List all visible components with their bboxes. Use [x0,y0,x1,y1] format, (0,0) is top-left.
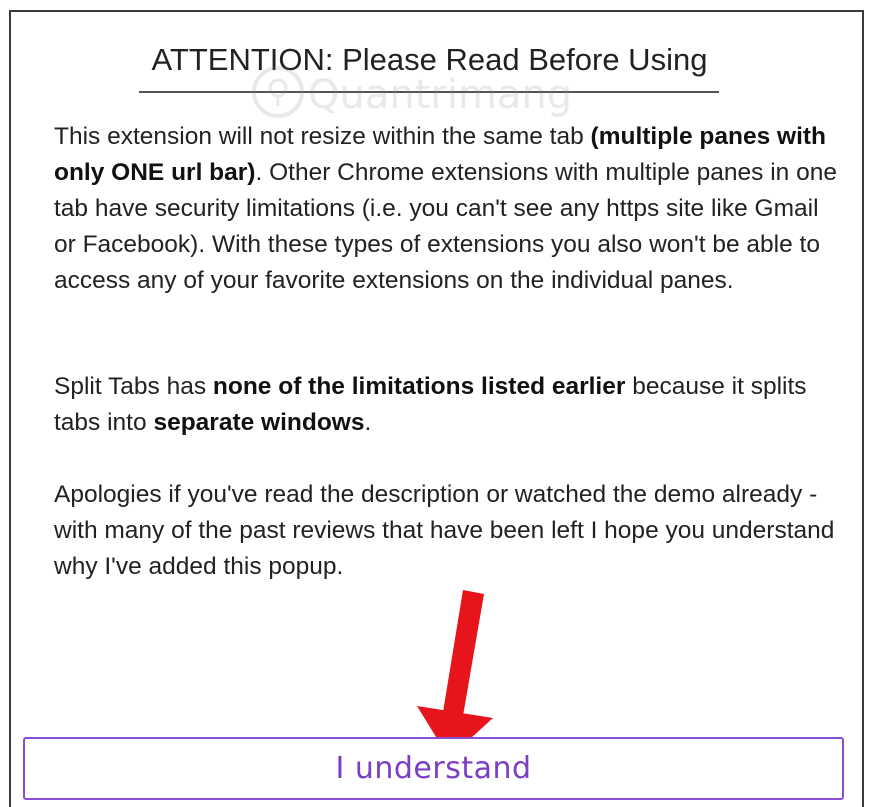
arrow-shaft [443,590,484,716]
paragraph-text: This extension will not resize within th… [54,123,591,150]
title-underline [139,91,719,93]
paragraph-text: Split Tabs has [54,373,213,400]
i-understand-button[interactable]: I understand [23,737,844,800]
paragraph-split-tabs: Split Tabs has none of the limitations l… [54,369,844,441]
paragraph-text: Apologies if you've read the description… [54,481,835,580]
down-arrow-icon [417,590,493,758]
paragraph-emphasis: separate windows [153,409,365,436]
paragraph-text: . [364,409,372,436]
paragraph-limitations: This extension will not resize within th… [54,119,844,299]
paragraph-apologies: Apologies if you've read the description… [54,477,844,585]
paragraph-emphasis: none of the limitations listed earlier [212,373,626,400]
dialog-title: ATTENTION: Please Read Before Using [151,42,708,77]
